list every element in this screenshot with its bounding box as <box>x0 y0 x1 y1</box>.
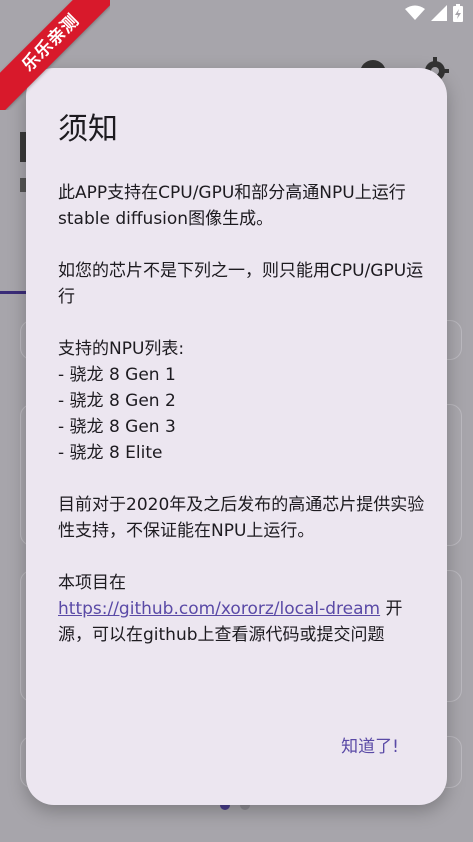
wifi-icon <box>405 5 425 21</box>
screen: 乐乐亲测 须知 此APP支持在CPU/GPU和部分高通NPU上运行stable … <box>0 0 473 842</box>
signal-icon <box>431 5 447 21</box>
status-bar <box>405 4 463 22</box>
npu-list-item: - 骁龙 8 Gen 3 <box>58 417 176 437</box>
confirm-button[interactable]: 知道了! <box>341 732 399 757</box>
dialog-title: 须知 <box>58 112 118 147</box>
open-source-prefix: 本项目在 <box>58 573 126 593</box>
npu-list: 支持的NPU列表: - 骁龙 8 Gen 1 - 骁龙 8 Gen 2 - 骁龙… <box>58 336 426 466</box>
notice-dialog: 须知 此APP支持在CPU/GPU和部分高通NPU上运行stable diffu… <box>26 68 447 805</box>
watermark-text: 乐乐亲测 <box>0 0 110 110</box>
experimental-paragraph: 目前对于2020年及之后发布的高通芯片提供实验性支持，不保证能在NPU上运行。 <box>58 495 425 541</box>
npu-list-item: - 骁龙 8 Elite <box>58 443 163 463</box>
npu-list-item: - 骁龙 8 Gen 2 <box>58 391 176 411</box>
npu-list-item: - 骁龙 8 Gen 1 <box>58 365 176 385</box>
support-paragraph: 此APP支持在CPU/GPU和部分高通NPU上运行stable diffusio… <box>58 183 406 229</box>
npu-list-heading: 支持的NPU列表: <box>58 339 185 359</box>
cpu-gpu-paragraph: 如您的芯片不是下列之一，则只能用CPU/GPU运行 <box>58 261 424 307</box>
dialog-body: 此APP支持在CPU/GPU和部分高通NPU上运行stable diffusio… <box>58 180 426 674</box>
watermark-ribbon: 乐乐亲测 <box>0 0 110 110</box>
battery-charging-icon <box>453 4 463 22</box>
open-source-paragraph: 本项目在 https://github.com/xororz/local-drea… <box>58 570 426 648</box>
github-link[interactable]: https://github.com/xororz/local-dream <box>58 599 380 619</box>
